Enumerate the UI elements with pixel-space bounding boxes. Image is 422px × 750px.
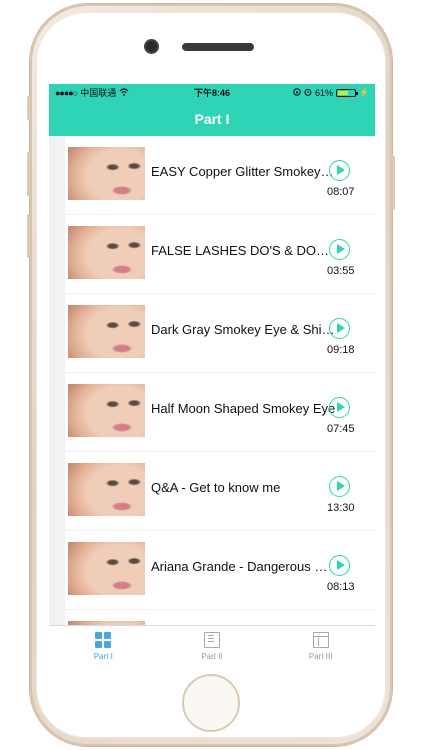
home-button[interactable] [182,674,240,732]
video-row-partial[interactable] [65,610,375,626]
tab-bar: Part I Part II Part III [49,625,375,666]
signal-dots-icon: ●●●●○ [55,87,78,98]
tab-label: Part II [201,651,223,661]
video-duration: 03:55 [327,265,355,277]
book-icon [204,631,220,648]
play-icon[interactable] [329,555,350,576]
video-thumbnail [68,226,145,279]
video-thumbnail [68,463,145,516]
volume-down-button [27,214,30,258]
tab-part-1[interactable]: Part I [49,626,158,666]
video-thumbnail [68,147,145,200]
page-title: Part I [194,110,230,127]
video-row[interactable]: Q&A - Get to know me 13:30 [65,452,375,530]
video-title: Q&A - Get to know me [151,480,281,495]
video-row[interactable]: FALSE LASHES DO'S & DON'TS 03:55 [65,215,375,293]
volume-up-button [27,152,30,196]
video-title: Half Moon Shaped Smokey Eye [151,401,336,416]
play-icon[interactable] [329,397,350,418]
tab-part-2[interactable]: Part II [158,626,267,666]
front-camera [146,41,157,52]
alarm-icon [304,88,312,98]
video-duration: 13:30 [327,502,355,514]
tab-label: Part III [308,651,333,661]
nav-bar: Part I [49,101,375,136]
video-list[interactable]: EASY Copper Glitter Smokey Eye 08:07 FALSE… [49,136,375,626]
app-screen: ●●●●○ 中国联通 下午8:46 61% ⚡ Part I EASY Copp… [49,84,375,666]
rotation-lock-icon [293,87,301,98]
wifi-icon [119,87,129,98]
video-title: Dark Gray Smokey Eye & Shimmer [151,322,337,337]
video-row[interactable]: Ariana Grande - Dangerous Woman 08:13 [65,531,375,609]
battery-percent: 61% [315,87,334,98]
video-title: FALSE LASHES DO'S & DON'TS [151,243,337,258]
grid-icon [95,631,112,648]
video-duration: 08:13 [327,581,355,593]
video-duration: 09:18 [327,344,355,356]
video-thumbnail [68,542,145,595]
video-thumbnail [68,305,145,358]
power-button [392,156,395,210]
charging-icon: ⚡ [359,88,369,97]
mute-switch [27,96,30,120]
video-thumbnail [68,384,145,437]
tab-label: Part I [93,651,113,661]
video-row[interactable]: Half Moon Shaped Smokey Eye 07:45 [65,373,375,451]
earpiece-speaker [182,43,254,51]
play-icon[interactable] [329,318,350,339]
carrier-label: 中国联通 [80,88,117,98]
video-row[interactable]: Dark Gray Smokey Eye & Shimmer 09:18 [65,294,375,372]
video-row[interactable]: EASY Copper Glitter Smokey Eye 08:07 [65,136,375,214]
battery-icon [336,88,359,97]
status-bar: ●●●●○ 中国联通 下午8:46 61% ⚡ [49,84,375,101]
play-icon[interactable] [329,160,350,181]
window-icon [312,631,329,648]
video-duration: 08:07 [327,186,355,198]
video-duration: 07:45 [327,423,355,435]
play-icon[interactable] [329,239,350,260]
play-icon[interactable] [329,476,350,497]
video-title: EASY Copper Glitter Smokey Eye [151,164,337,179]
video-title: Ariana Grande - Dangerous Woman [151,559,337,574]
tab-part-3[interactable]: Part III [266,626,375,666]
